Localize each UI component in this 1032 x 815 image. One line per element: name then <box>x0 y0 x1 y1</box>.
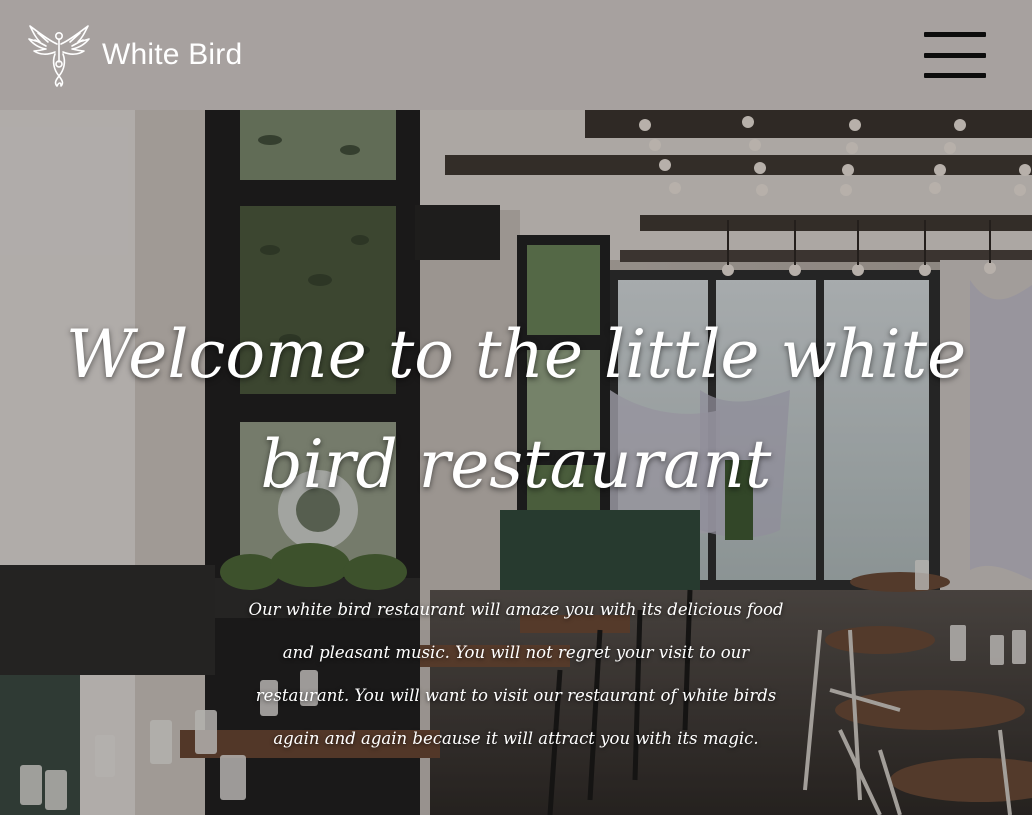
hamburger-line <box>924 52 986 58</box>
hamburger-line <box>924 73 986 78</box>
hamburger-line <box>924 32 986 37</box>
brand-home-link[interactable]: White Bird <box>26 22 242 88</box>
phoenix-bird-icon <box>26 22 92 88</box>
hero-description: Our white bird restaurant will amaze you… <box>248 600 784 748</box>
hero-title: Welcome to the little white bird restaur… <box>65 316 967 503</box>
top-navbar: White Bird <box>0 0 1032 110</box>
page: White Bird Welcome to the little white b… <box>0 0 1032 815</box>
brand-name: White Bird <box>102 38 243 71</box>
hero-section: Welcome to the little white bird restaur… <box>0 110 1032 815</box>
hamburger-menu-button[interactable] <box>924 32 986 78</box>
